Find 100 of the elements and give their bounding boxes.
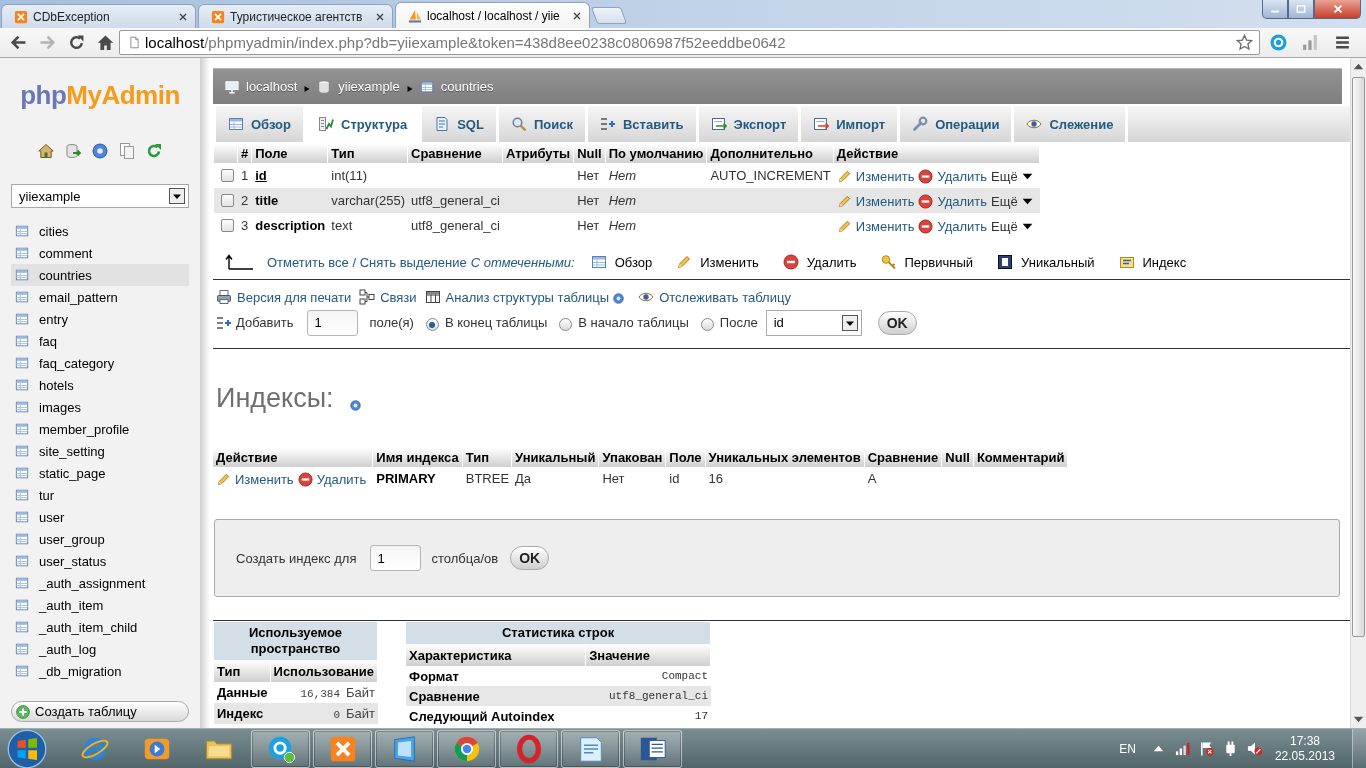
breadcrumb-link[interactable]: localhost <box>225 79 298 94</box>
edit-button[interactable]: Изменить <box>676 254 759 270</box>
flag-icon[interactable] <box>1198 741 1214 756</box>
more-dropdown[interactable]: Ещё <box>991 218 1033 234</box>
table-list-item[interactable]: member_profile <box>11 418 189 440</box>
radio-button[interactable] <box>700 318 714 331</box>
database-select[interactable]: yiiexample <box>11 184 189 208</box>
table-list-item[interactable]: faq <box>11 330 189 352</box>
ok-button[interactable]: OK <box>510 546 550 570</box>
address-field[interactable]: localhost/phpmyadmin/index.php?db=yiiexample&token=438d8ee0238c0806987f52eeddbe0642 <box>119 30 1260 55</box>
relations-link[interactable]: Связи <box>359 289 417 305</box>
reload-icon[interactable] <box>68 34 85 51</box>
ok-button[interactable]: OK <box>877 310 917 335</box>
table-list-item[interactable]: entry <box>11 308 189 330</box>
back-icon[interactable] <box>10 34 27 51</box>
table-list-item[interactable]: images <box>11 396 189 418</box>
field-name-cell[interactable]: description <box>252 213 329 238</box>
index-button[interactable]: Индекс <box>1118 254 1187 270</box>
browse-button[interactable]: Обзор <box>590 254 653 270</box>
signal-bars-icon[interactable] <box>1302 34 1319 51</box>
radio-label[interactable]: После <box>719 315 758 330</box>
breadcrumb-link[interactable]: countries <box>419 79 494 94</box>
table-list-item[interactable]: _db_migration <box>11 660 189 682</box>
app-logo[interactable]: phpMyAdmin <box>20 80 180 110</box>
print-view-link[interactable]: Версия для печати <box>216 289 352 305</box>
table-list-item[interactable]: _auth_assignment <box>11 572 189 594</box>
table-list-item[interactable]: site_setting <box>11 440 189 462</box>
more-dropdown[interactable]: Ещё <box>991 168 1033 184</box>
signal-bars-icon[interactable] <box>1174 741 1190 756</box>
table-list-item[interactable]: tur <box>11 484 189 506</box>
documents-icon[interactable] <box>119 143 135 159</box>
breadcrumb-link[interactable]: yiiexample <box>317 79 400 94</box>
checkbox[interactable] <box>221 219 234 232</box>
primary-button[interactable]: Первичный <box>880 254 974 270</box>
database-arrow-icon[interactable] <box>65 143 81 159</box>
help-icon[interactable] <box>92 143 108 159</box>
column-select[interactable]: id <box>765 309 862 336</box>
taskbar-button[interactable] <box>313 729 372 768</box>
browser-tab[interactable]: localhost / localhost / yiie <box>395 2 590 28</box>
taskbar-button[interactable] <box>623 729 682 768</box>
create-table-button[interactable]: Создать таблицу <box>11 701 189 722</box>
taskbar-button[interactable] <box>499 729 558 768</box>
delete-link[interactable]: Удалить <box>918 168 988 184</box>
close-button[interactable] <box>1314 0 1361 19</box>
start-orb-icon[interactable] <box>7 728 47 768</box>
scrollbar[interactable] <box>1350 58 1366 728</box>
table-list-item[interactable]: comment <box>11 242 189 264</box>
home-icon[interactable] <box>38 143 54 159</box>
tab[interactable]: Структура <box>306 106 420 142</box>
table-list-item[interactable]: user_status <box>11 550 189 572</box>
maximize-button[interactable] <box>1288 0 1314 19</box>
radio-button[interactable] <box>425 318 439 331</box>
clock-time[interactable]: 17:38 <box>1289 733 1320 749</box>
radio-label[interactable]: В начало таблицы <box>578 315 689 330</box>
field-count-input[interactable]: 1 <box>307 309 359 336</box>
table-list-item[interactable]: _auth_item_child <box>11 616 189 638</box>
field-name-cell[interactable]: id <box>252 163 329 188</box>
more-dropdown[interactable]: Ещё <box>991 193 1033 209</box>
table-list-item[interactable]: faq_category <box>11 352 189 374</box>
speaker-icon[interactable] <box>1246 741 1262 756</box>
edit-link[interactable]: Изменить <box>836 218 915 234</box>
clock-date[interactable]: 22.05.2013 <box>1274 748 1335 764</box>
table-list-item[interactable]: user_group <box>11 528 189 550</box>
table-list-item[interactable]: hotels <box>11 374 189 396</box>
table-list-item[interactable]: _auth_item <box>11 594 189 616</box>
edit-link[interactable]: Изменить <box>216 471 294 487</box>
table-list-item[interactable]: static_page <box>11 462 189 484</box>
browser-tab[interactable]: Туристическое агентств <box>198 4 393 28</box>
delete-button[interactable]: Удалить <box>782 254 857 270</box>
edit-link[interactable]: Изменить <box>836 168 915 184</box>
check-all-link[interactable]: Отметить все / Снять выделение <box>267 254 467 270</box>
radio-label[interactable]: В конец таблицы <box>444 315 548 330</box>
checkbox[interactable] <box>221 169 234 182</box>
table-list-item[interactable]: _auth_log <box>11 638 189 660</box>
track-table-link[interactable]: Отслеживать таблицу <box>638 289 791 305</box>
unique-button[interactable]: Уникальный <box>997 254 1095 270</box>
taskbar-button[interactable] <box>561 729 620 768</box>
table-list-item[interactable]: user <box>11 506 189 528</box>
checkbox[interactable] <box>221 194 234 207</box>
scrollbar-thumb[interactable] <box>1352 77 1365 637</box>
help-icon[interactable] <box>349 399 361 411</box>
language-indicator[interactable]: EN <box>1119 741 1136 756</box>
show-desktop-button[interactable] <box>1352 729 1366 768</box>
column-count-input[interactable]: 1 <box>370 545 422 571</box>
table-list-item[interactable]: countries <box>11 264 189 286</box>
radio-button[interactable] <box>559 318 573 331</box>
edit-link[interactable]: Изменить <box>836 193 915 209</box>
home-icon[interactable] <box>97 34 114 51</box>
help-icon[interactable] <box>613 293 625 304</box>
browser-tab[interactable]: CDbException <box>1 4 196 28</box>
menu-icon[interactable] <box>1334 34 1351 51</box>
taskbar-button[interactable] <box>375 729 434 768</box>
delete-link[interactable]: Удалить <box>918 193 988 209</box>
taskbar-button[interactable] <box>437 729 496 768</box>
round-logo-icon[interactable] <box>1270 34 1287 51</box>
delete-link[interactable]: Удалить <box>918 218 988 234</box>
minimize-button[interactable] <box>1262 0 1288 19</box>
star-icon[interactable] <box>1236 34 1253 51</box>
table-list-item[interactable]: email_pattern <box>11 286 189 308</box>
field-name-cell[interactable]: title <box>252 188 329 213</box>
